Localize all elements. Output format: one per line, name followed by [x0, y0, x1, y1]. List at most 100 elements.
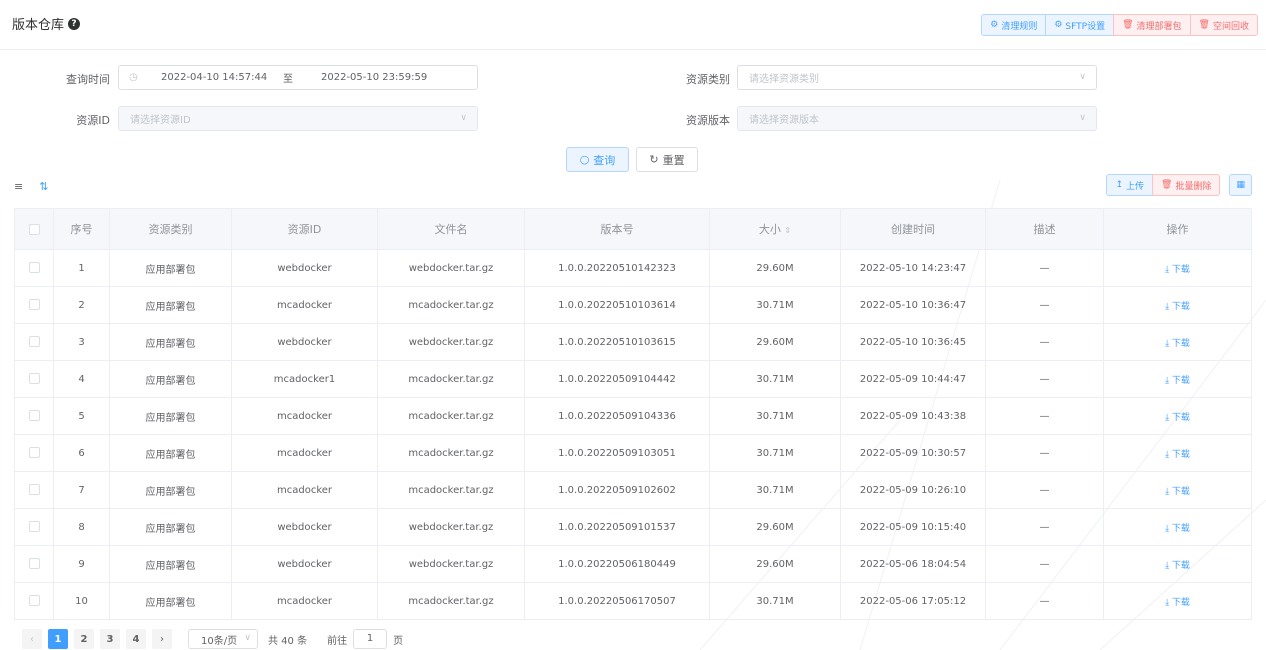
- row-checkbox[interactable]: [28, 558, 40, 570]
- reset-button[interactable]: ↻ 重置: [636, 147, 698, 172]
- download-icon: ⤓: [1165, 301, 1170, 312]
- resource-version-select[interactable]: 请选择资源版本 ∨: [737, 106, 1097, 131]
- next-page-button[interactable]: ›: [152, 629, 172, 649]
- cell-desc: —: [985, 286, 1104, 324]
- cell-file: mcadocker.tar.gz: [377, 434, 525, 472]
- row-checkbox[interactable]: [28, 262, 40, 274]
- download-link[interactable]: ⤓ 下载: [1165, 450, 1190, 460]
- trash-icon: 🗑: [1198, 20, 1210, 30]
- trash-icon: 🗑: [1122, 20, 1134, 30]
- cell-created: 2022-05-10 10:36:47: [840, 286, 986, 324]
- refresh-icon: ↻: [649, 153, 659, 166]
- cell-desc: —: [985, 582, 1104, 620]
- column-header: 版本号: [524, 208, 710, 250]
- cell-file: mcadocker.tar.gz: [377, 397, 525, 435]
- cell-version: 1.0.0.20220509101537: [524, 508, 710, 546]
- total-count: 共 40 条: [268, 635, 308, 647]
- page-button[interactable]: 1: [48, 629, 68, 649]
- download-link[interactable]: ⤓ 下载: [1165, 265, 1190, 275]
- cell-id: mcadocker1: [231, 360, 378, 398]
- row-checkbox[interactable]: [28, 521, 40, 533]
- cell-desc: —: [985, 545, 1104, 583]
- download-link[interactable]: ⤓ 下载: [1165, 487, 1190, 497]
- cell-type: 应用部署包: [109, 360, 232, 398]
- resource-type-select[interactable]: 请选择资源类别 ∨: [737, 65, 1097, 90]
- download-label: 下载: [1171, 264, 1190, 275]
- page-button[interactable]: 3: [100, 629, 120, 649]
- action-cell: ⤓ 下载: [1103, 360, 1252, 398]
- row-checkbox[interactable]: [28, 484, 40, 496]
- download-link[interactable]: ⤓ 下载: [1165, 524, 1190, 534]
- action-cell: ⤓ 下载: [1103, 582, 1252, 620]
- download-icon: ⤓: [1165, 338, 1170, 349]
- row-checkbox[interactable]: [28, 595, 40, 607]
- download-link[interactable]: ⤓ 下载: [1165, 561, 1190, 571]
- column-settings-button[interactable]: ▦: [1229, 174, 1252, 196]
- table-row: 7 应用部署包 mcadocker mcadocker.tar.gz 1.0.0.202…: [14, 471, 1252, 509]
- download-icon: ⤓: [1165, 375, 1170, 386]
- cell-file: webdocker.tar.gz: [377, 249, 525, 287]
- list-icon[interactable]: ≡: [14, 180, 23, 193]
- cell-type: 应用部署包: [109, 286, 232, 324]
- download-link[interactable]: ⤓ 下载: [1165, 376, 1190, 386]
- resource-version-label: 资源版本: [686, 114, 730, 127]
- row-checkbox[interactable]: [28, 299, 40, 311]
- page-button[interactable]: 4: [126, 629, 146, 649]
- resource-id-select[interactable]: 请选择资源ID ∨: [118, 106, 478, 131]
- cell-created: 2022-05-06 17:05:12: [840, 582, 986, 620]
- query-button[interactable]: ○ 查询: [566, 147, 629, 172]
- cell-version: 1.0.0.20220509102602: [524, 471, 710, 509]
- action-cell: ⤓ 下载: [1103, 471, 1252, 509]
- column-header: 操作: [1103, 208, 1252, 250]
- gear-icon: ⚙: [990, 20, 999, 30]
- row-checkbox[interactable]: [28, 410, 40, 422]
- table-row: 5 应用部署包 mcadocker mcadocker.tar.gz 1.0.0.202…: [14, 397, 1252, 435]
- table-row: 2 应用部署包 mcadocker mcadocker.tar.gz 1.0.0.202…: [14, 286, 1252, 324]
- batch-delete-button[interactable]: 🗑 批量删除: [1152, 174, 1221, 196]
- size-header-label: 大小: [758, 223, 781, 236]
- page-button[interactable]: 2: [74, 629, 94, 649]
- clean-packages-button[interactable]: 🗑 清理部署包: [1113, 14, 1191, 36]
- resource-version-placeholder: 请选择资源版本: [749, 115, 819, 126]
- table-row: 9 应用部署包 webdocker webdocker.tar.gz 1.0.0.202…: [14, 545, 1252, 583]
- row-select-cell: [14, 508, 54, 546]
- start-time-input[interactable]: 2022-04-10 14:57:44: [161, 72, 267, 83]
- space-recycle-button[interactable]: 🗑 空间回收: [1189, 14, 1258, 36]
- download-link[interactable]: ⤓ 下载: [1165, 413, 1190, 423]
- cell-type: 应用部署包: [109, 545, 232, 583]
- page-size-select[interactable]: 10条/页 ∨: [188, 629, 258, 649]
- cell-desc: —: [985, 323, 1104, 361]
- sftp-settings-button[interactable]: ⚙ SFTP设置: [1045, 14, 1115, 36]
- goto-page-input[interactable]: 1: [353, 629, 388, 649]
- cell-id: mcadocker: [231, 397, 378, 435]
- column-header: 资源类别: [109, 208, 232, 250]
- download-link[interactable]: ⤓ 下载: [1165, 339, 1190, 349]
- end-time-input[interactable]: 2022-05-10 23:59:59: [321, 72, 427, 83]
- clean-rules-button[interactable]: ⚙ 清理规则: [981, 14, 1047, 36]
- resource-id-label: 资源ID: [76, 114, 110, 127]
- cell-file: mcadocker.tar.gz: [377, 286, 525, 324]
- upload-button[interactable]: ↥ 上传: [1106, 174, 1154, 196]
- sort-toggle-icon[interactable]: ⇅: [39, 180, 48, 193]
- clean-rules-label: 清理规则: [1001, 21, 1038, 32]
- column-header: 创建时间: [840, 208, 986, 250]
- row-checkbox[interactable]: [28, 373, 40, 385]
- download-label: 下载: [1171, 523, 1190, 534]
- prev-page-button[interactable]: ‹: [22, 629, 42, 649]
- select-all-checkbox[interactable]: [28, 224, 40, 235]
- row-select-cell: [14, 360, 54, 398]
- cell-created: 2022-05-09 10:43:38: [840, 397, 986, 435]
- column-header: 资源ID: [231, 208, 378, 250]
- size-column-header[interactable]: 大小 ⇕: [709, 208, 841, 250]
- cell-id: mcadocker: [231, 434, 378, 472]
- row-checkbox[interactable]: [28, 336, 40, 348]
- help-icon[interactable]: ?: [68, 17, 81, 30]
- sort-icon[interactable]: ⇕: [784, 226, 791, 235]
- cell-size: 30.71M: [709, 434, 841, 472]
- cell-version: 1.0.0.20220509104442: [524, 360, 710, 398]
- row-checkbox[interactable]: [28, 447, 40, 459]
- cell-type: 应用部署包: [109, 582, 232, 620]
- download-link[interactable]: ⤓ 下载: [1165, 598, 1190, 608]
- date-range-picker[interactable]: ◷ 2022-04-10 14:57:44 至 2022-05-10 23:59…: [118, 65, 478, 90]
- download-link[interactable]: ⤓ 下载: [1165, 302, 1190, 312]
